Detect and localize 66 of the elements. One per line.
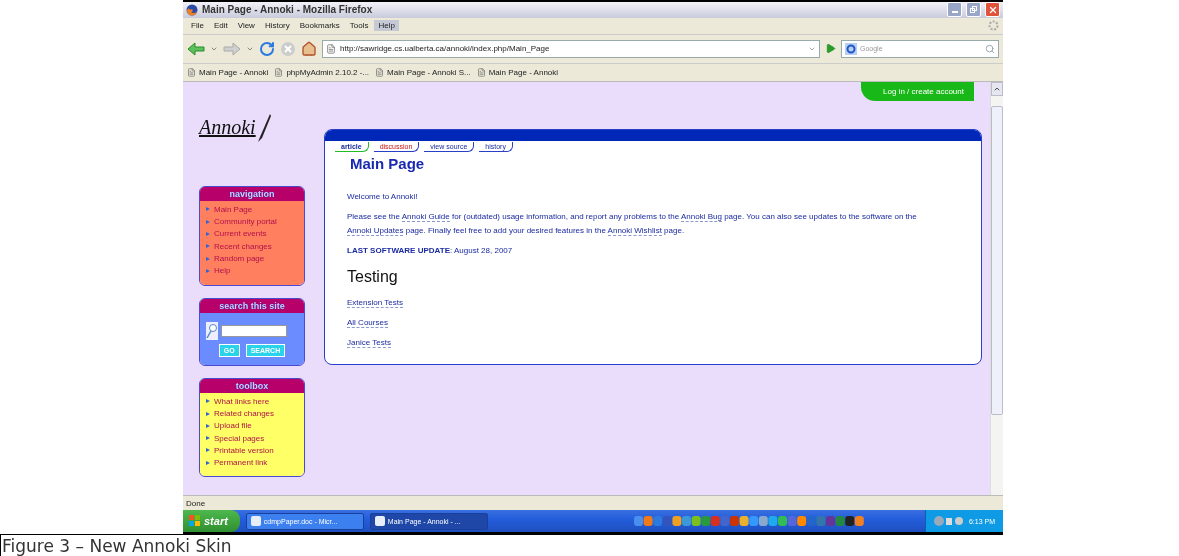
throbber-icon: [988, 20, 999, 32]
page-icon: [375, 67, 385, 77]
welcome-text: Welcome to Annoki!: [347, 190, 419, 203]
wiki-link[interactable]: Annoki Bug: [681, 211, 722, 222]
search-icon[interactable]: [985, 43, 995, 54]
search-input[interactable]: [221, 324, 287, 337]
sidebar-link[interactable]: Printable version: [206, 444, 298, 457]
sidebar-link[interactable]: Related changes: [206, 407, 298, 420]
app-icon: [374, 516, 385, 526]
panel-title: navigation: [229, 188, 275, 199]
figure-caption: Figure 3 – New Annoki Skin: [1, 535, 232, 556]
wiki-link[interactable]: All Courses: [347, 317, 388, 328]
go-icon[interactable]: [825, 43, 836, 55]
window-title: Main Page - Annoki - Mozilla Firefox: [202, 4, 374, 16]
sidebar-link[interactable]: Permanent link: [206, 457, 298, 469]
page-icon: [476, 67, 486, 77]
quick-launch-drawing[interactable]: [633, 515, 864, 527]
app-icon: [250, 516, 261, 526]
wiki-link[interactable]: Janice Tests: [347, 337, 391, 348]
bookmark[interactable]: phpMyAdmin 2.10.2 -...: [274, 67, 370, 77]
wiki-link[interactable]: Annoki Guide: [401, 211, 450, 222]
bookmark[interactable]: Main Page - Annoki: [476, 67, 559, 77]
wiki-link[interactable]: Annoki Updates: [347, 225, 404, 236]
menu-item[interactable]: Bookmarks: [295, 20, 344, 32]
windows-logo-icon: [189, 515, 201, 527]
status-text: Done: [186, 498, 206, 508]
sidebar-link[interactable]: Special pages: [206, 432, 298, 444]
search-engine-icon[interactable]: [845, 42, 857, 55]
wiki-link[interactable]: Extension Tests: [347, 297, 403, 308]
firefox-icon: [186, 4, 198, 16]
panel-title: search this site: [219, 300, 285, 311]
menu-item[interactable]: Help: [374, 20, 399, 32]
reload-icon[interactable]: [259, 40, 275, 57]
page-heading: Main Page: [350, 154, 426, 172]
forward-arrow-icon[interactable]: [223, 41, 241, 56]
stop-icon[interactable]: [280, 40, 296, 57]
page-icon: [187, 67, 196, 77]
bookmark[interactable]: Main Page - Annoki S...: [375, 67, 471, 77]
close-icon: [987, 5, 998, 15]
tray-icons-drawing[interactable]: [933, 515, 964, 527]
magnifier-icon: [206, 321, 218, 340]
restore-icon: [970, 6, 977, 14]
address-field[interactable]: http://sawridge.cs.ualberta.ca/annoki/index.php/Main_Page: [322, 39, 820, 58]
sidebar-link[interactable]: What links here: [206, 395, 298, 407]
menu-item[interactable]: History: [260, 20, 294, 32]
page-icon: [326, 43, 336, 54]
back-arrow-icon[interactable]: [187, 41, 205, 56]
menu-item[interactable]: File: [187, 20, 208, 32]
minimize-button[interactable]: [947, 2, 962, 18]
section-heading: Testing: [347, 267, 399, 286]
update-text: LAST SOFTWARE UPDATE: August 28, 2007: [347, 244, 514, 257]
scrollbar[interactable]: [990, 81, 1003, 496]
close-button[interactable]: [985, 2, 1000, 18]
page-icon: [274, 67, 284, 77]
bookmark[interactable]: Main Page - Annoki: [187, 67, 269, 77]
scroll-thumb[interactable]: [991, 105, 1003, 416]
panel-title: toolbox: [235, 380, 269, 391]
menu-item[interactable]: View: [233, 20, 259, 32]
menu-item[interactable]: Tools: [345, 20, 373, 32]
logo: Annoki: [199, 105, 305, 150]
restore-button[interactable]: [966, 2, 981, 18]
home-icon[interactable]: [301, 40, 317, 57]
wiki-link[interactable]: Annoki Wishlist: [607, 225, 662, 236]
sidebar-link[interactable]: Upload file: [206, 420, 298, 432]
menu-item[interactable]: Edit: [209, 20, 232, 32]
intro-paragraph: Please see the Annoki Guide for (outdated) usage information, and report any problems to the Annoki Bug page. You can also see updates to the software on the Annoki Updates page. Finally feel free to add your desired features in the Annoki Wishlist page.: [347, 210, 918, 238]
